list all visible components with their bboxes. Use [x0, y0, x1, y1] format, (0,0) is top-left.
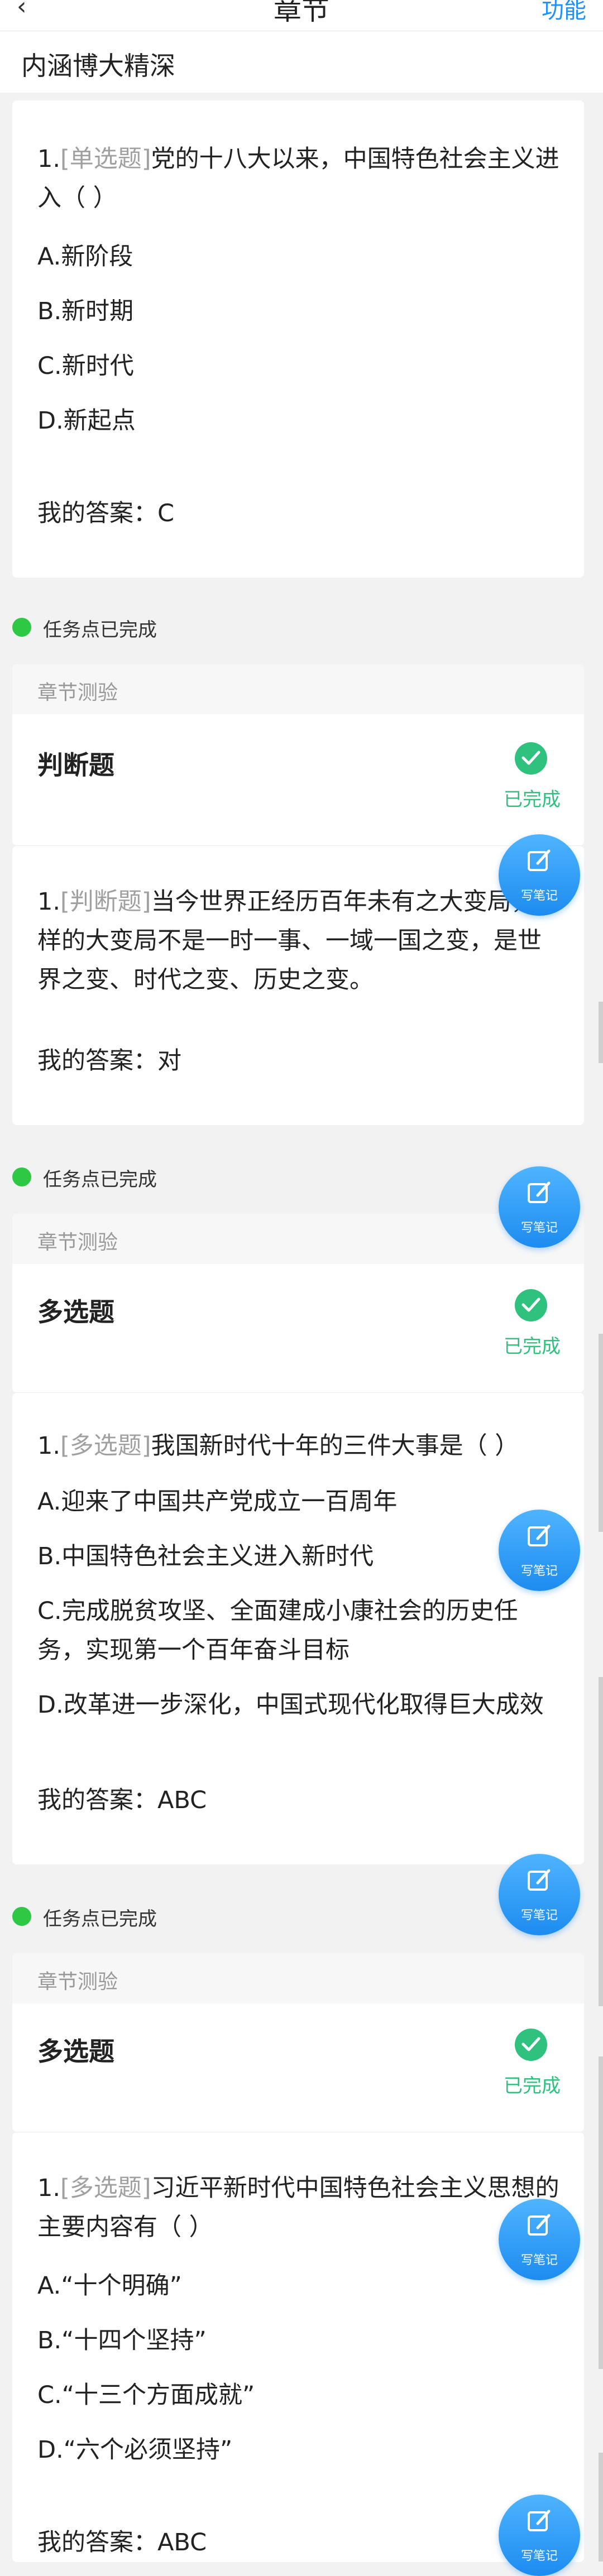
write-note-button[interactable]: 写笔记 [499, 2199, 580, 2280]
option-d[interactable]: D.新起点 [37, 401, 573, 440]
question-type-title: 多选题 [37, 2036, 114, 2066]
question-type-title: 判断题 [37, 750, 114, 780]
chapter-test-card-2[interactable]: 章节测验 判断题 已完成 [12, 664, 584, 845]
question-text: 1.[多选题]习近平新时代中国特色社会主义思想的 主要内容有（ ） [37, 2174, 559, 2241]
option-d[interactable]: D.改革进一步深化，中国式现代化取得巨大成效 [37, 1685, 573, 1724]
done-label: 已完成 [504, 1335, 561, 1358]
question-type: [单选题] [60, 145, 151, 173]
header-action-button[interactable]: 功能 [542, 0, 586, 25]
my-answer: 我的答案：C [37, 499, 175, 527]
check-circle-icon [515, 742, 547, 775]
question-text: 1.[判断题]当今世界正经历百年未有之大变局， 样的大变局不是一时一事、一域一国… [37, 888, 542, 994]
page-title: 章节 [274, 0, 329, 26]
question-type-title: 多选题 [37, 1297, 114, 1327]
scrollbar-segment[interactable] [599, 1677, 603, 2006]
question-card-4: 1.[多选题]习近平新时代中国特色社会主义思想的 主要内容有（ ） A.“十个明… [12, 2132, 584, 2562]
edit-note-icon [528, 1869, 551, 1891]
check-circle-icon [515, 1289, 547, 1321]
option-c[interactable]: C.完成脱贫攻坚、全面建成小康社会的历史任 务，实现第一个百年奋斗目标 [37, 1592, 573, 1670]
question-type: [多选题] [60, 2174, 151, 2202]
check-circle-icon [515, 2029, 547, 2061]
option-b[interactable]: B.中国特色社会主义进入新时代 [37, 1537, 573, 1576]
write-note-button[interactable]: 写笔记 [499, 1166, 580, 1248]
option-a[interactable]: A.新阶段 [37, 237, 573, 276]
my-answer: 我的答案：ABC [37, 1786, 207, 1814]
edit-note-icon [528, 1525, 551, 1546]
question-text: 1.[多选题]我国新时代十年的三件大事是（ ） [37, 1432, 519, 1460]
write-note-button[interactable]: 写笔记 [499, 1854, 580, 1935]
status-dot-icon [12, 1907, 31, 1926]
option-a[interactable]: A.迎来了中国共产党成立一百周年 [37, 1482, 573, 1521]
question-type: [多选题] [60, 1432, 151, 1460]
my-answer: 我的答案：对 [37, 1047, 181, 1075]
task-status: 任务点已完成 [12, 1900, 347, 1934]
option-d[interactable]: D.“六个必须坚持” [37, 2430, 573, 2469]
option-b[interactable]: B.新时期 [37, 292, 573, 331]
scrollbar-segment[interactable] [599, 2453, 603, 2561]
write-note-button[interactable]: 写笔记 [499, 1510, 580, 1591]
scrollbar-segment[interactable] [599, 1002, 603, 1063]
section-title-bar: 内涵博大精深 [0, 31, 603, 93]
section-title: 内涵博大精深 [21, 51, 175, 81]
status-dot-icon [12, 1167, 31, 1186]
edit-note-icon [528, 2214, 551, 2236]
option-c[interactable]: C.“十三个方面成就” [37, 2376, 573, 2415]
chapter-test-header: 章节测验 [12, 664, 584, 714]
question-card-3: 1.[多选题]我国新时代十年的三件大事是（ ） A.迎来了中国共产党成立一百周年… [12, 1392, 584, 1864]
task-status: 任务点已完成 [12, 611, 347, 645]
status-dot-icon [12, 618, 31, 637]
scrollbar-segment[interactable] [599, 2056, 603, 2369]
option-a[interactable]: A.“十个明确” [37, 2266, 573, 2305]
top-bar: ‹ 章节 功能 [0, 0, 603, 31]
option-c[interactable]: C.新时代 [37, 347, 573, 386]
chapter-test-card-4[interactable]: 章节测验 多选题 已完成 [12, 1953, 584, 2132]
write-note-button[interactable]: 写笔记 [499, 834, 580, 916]
scrollbar-segment[interactable] [599, 1334, 603, 1532]
edit-note-icon [528, 2510, 551, 2531]
task-status: 任务点已完成 [12, 1161, 347, 1194]
question-type: [判断题] [60, 888, 151, 916]
question-text: 1.[单选题]党的十八大以来，中国特色社会主义进 入（ ） [37, 145, 559, 212]
edit-note-icon [528, 849, 551, 871]
chapter-test-card-3[interactable]: 章节测验 多选题 已完成 [12, 1214, 584, 1392]
option-b[interactable]: B.“十四个坚持” [37, 2321, 573, 2360]
done-label: 已完成 [504, 789, 561, 811]
done-label: 已完成 [504, 2075, 561, 2097]
question-card-1: 1.[单选题]党的十八大以来，中国特色社会主义进 入（ ） A.新阶段 B.新时… [12, 100, 584, 578]
write-note-button[interactable]: 写笔记 [499, 2495, 580, 2576]
chapter-test-header: 章节测验 [12, 1953, 584, 2003]
edit-note-icon [528, 1181, 551, 1203]
my-answer: 我的答案：ABC [37, 2529, 207, 2556]
